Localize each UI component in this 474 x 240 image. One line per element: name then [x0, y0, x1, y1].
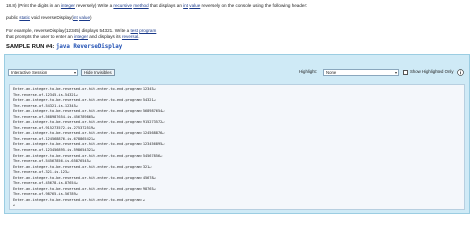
text: and displays its: [87, 34, 122, 40]
session-select[interactable]: Interactive Session ▾: [8, 69, 78, 76]
text: that displays an: [148, 3, 184, 8]
glossary-link-test[interactable]: test: [131, 28, 138, 33]
text: reversely) Write a: [74, 3, 114, 8]
glossary-link-method[interactable]: method: [133, 3, 148, 8]
hide-invisibles-button[interactable]: Hide Invisibles: [81, 69, 115, 76]
show-highlighted-checkbox[interactable]: [403, 69, 408, 75]
text: reversely on the console using the follo…: [200, 3, 308, 8]
glossary-link-integer[interactable]: integer: [61, 3, 75, 8]
text: For example, reverseDisplay(12345) displ…: [6, 27, 131, 33]
problem-line-4: that prompts the user to enter an intege…: [6, 34, 468, 40]
console-line: ↵: [13, 203, 16, 208]
chevron-down-icon: ▾: [73, 70, 76, 75]
glossary-link-static[interactable]: static: [19, 15, 30, 20]
text: public: [6, 15, 20, 21]
glossary-link-reversal[interactable]: reversal: [122, 34, 138, 39]
text: .: [138, 34, 140, 40]
sample-run-panel: Interactive Session ▾ Hide Invisibles Hi…: [4, 54, 470, 214]
glossary-link-value[interactable]: value: [189, 3, 200, 8]
glossary-link-value[interactable]: value: [79, 15, 90, 20]
sample-run-label: SAMPLE RUN #4:: [6, 44, 56, 50]
sample-run-command: java ReverseDisplay: [55, 44, 123, 50]
highlight-label: Highlight:: [299, 69, 317, 74]
glossary-link-integer[interactable]: integer: [74, 34, 88, 39]
chevron-down-icon: ▾: [394, 70, 397, 75]
console-output: Enter-an-integer-to-be-reversed-or-hit-e…: [9, 84, 465, 210]
highlight-select-value: None: [326, 70, 337, 75]
glossary-link-program[interactable]: program: [139, 28, 156, 33]
info-icon[interactable]: [457, 69, 464, 76]
text: 18.8) (Print the digits in an: [6, 3, 61, 8]
text: void reverseDisplay(: [30, 15, 73, 21]
text: ): [90, 15, 92, 21]
console-toolbar: Interactive Session ▾ Hide Invisibles Hi…: [5, 55, 469, 76]
problem-statement: 18.8) (Print the digits in an integer re…: [6, 3, 468, 41]
highlight-select[interactable]: None ▾: [323, 69, 399, 76]
text: that prompts the user to enter an: [6, 34, 74, 40]
glossary-link-recursive[interactable]: recursive: [113, 3, 132, 8]
sample-run-title: SAMPLE RUN #4: java ReverseDisplay: [6, 44, 122, 50]
show-highlighted-label: Show Highlighted Only: [410, 69, 454, 74]
session-select-value: Interactive Session: [11, 70, 48, 75]
